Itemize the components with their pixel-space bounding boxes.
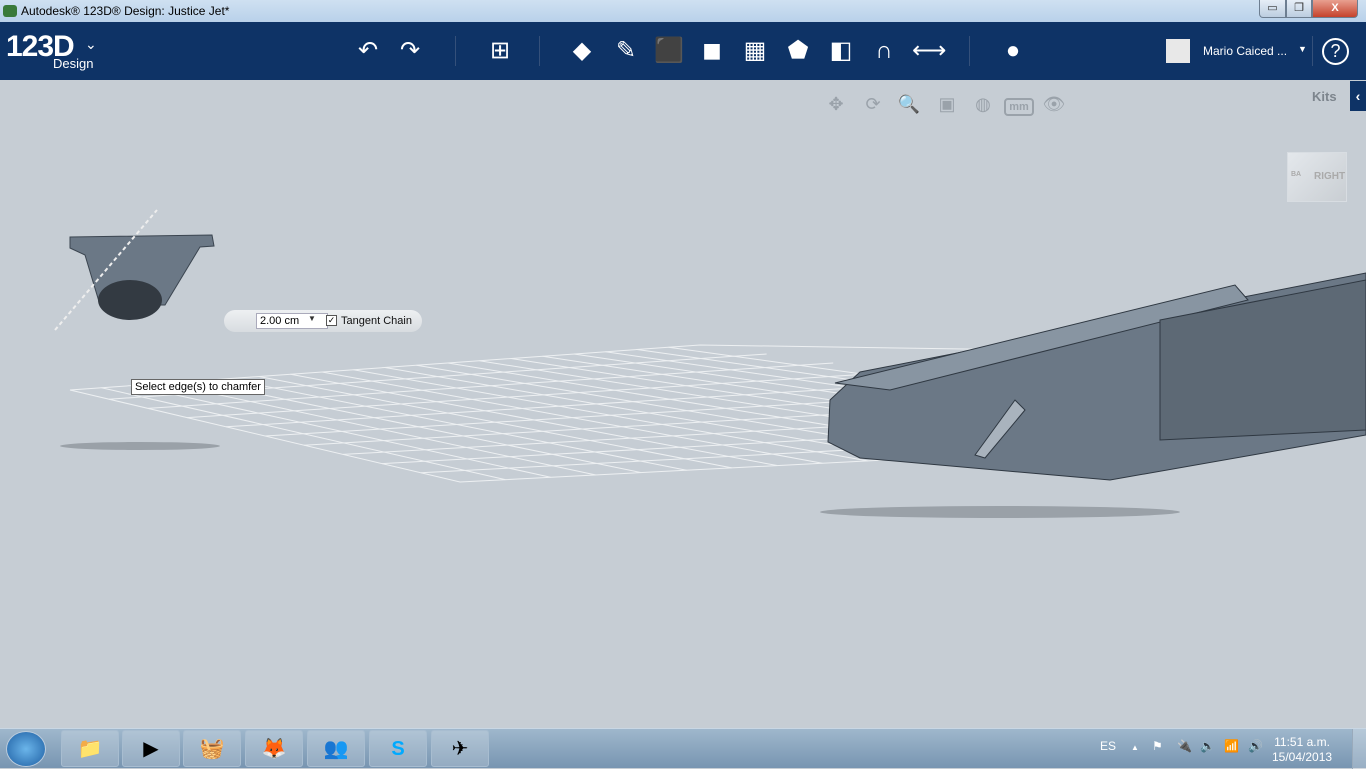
tooltip: Select edge(s) to chamfer bbox=[131, 379, 265, 395]
minimize-button[interactable]: ▭ bbox=[1259, 0, 1286, 18]
divider bbox=[539, 36, 540, 66]
help-button[interactable]: ? bbox=[1322, 38, 1349, 65]
grid-line bbox=[290, 373, 778, 467]
taskbar-explorer[interactable]: 📁 bbox=[61, 730, 119, 767]
3d-viewport[interactable] bbox=[0, 80, 1366, 728]
clock[interactable]: 11:51 a.m. 15/04/2013 bbox=[1272, 735, 1332, 765]
pattern-button[interactable]: ▦ bbox=[740, 36, 770, 66]
volume-icon[interactable]: 🔊 bbox=[1248, 739, 1263, 753]
combine-button[interactable]: ◧ bbox=[826, 36, 856, 66]
grouping-button[interactable]: ⬟ bbox=[783, 36, 813, 66]
fit-icon[interactable]: ▣ bbox=[934, 94, 960, 118]
zoom-icon[interactable]: 🔍 bbox=[896, 94, 922, 118]
view-cube-face[interactable]: RIGHT bbox=[1314, 171, 1345, 182]
primitives-button[interactable]: ◆ bbox=[567, 36, 597, 66]
app-logo-sub: Design bbox=[53, 56, 94, 71]
measure-button[interactable]: ⟷ bbox=[912, 36, 946, 66]
material-button[interactable]: ● bbox=[998, 36, 1028, 66]
taskbar: 📁 ▶ 🧺 🦊 👥 S ✈ ES ▲ ⚑ 🔌 🔈 📶 🔊 11:51 a.m. … bbox=[0, 728, 1366, 769]
time: 11:51 a.m. bbox=[1274, 735, 1330, 749]
modify-button[interactable]: ◼ bbox=[697, 36, 727, 66]
show-desktop-button[interactable] bbox=[1352, 729, 1366, 769]
view-mode-icon[interactable]: ◍ bbox=[970, 94, 996, 118]
shadow bbox=[60, 442, 220, 450]
main-toolbar: 123D Design ⌄ ↶ ↷ ⊞ ◆ ✎ ⬛ ◼ ▦ ⬟ ◧ ∩ ⟷ ● … bbox=[0, 22, 1366, 80]
maximize-button[interactable]: ❐ bbox=[1286, 0, 1312, 18]
redo-button[interactable]: ↷ bbox=[395, 36, 425, 66]
kits-label[interactable]: Kits bbox=[1312, 89, 1337, 104]
grid-line bbox=[353, 369, 868, 462]
divider bbox=[1312, 36, 1313, 66]
chamfer-dropdown-icon[interactable]: ▼ bbox=[308, 314, 316, 323]
power-icon[interactable]: 🔌 bbox=[1177, 739, 1192, 753]
grid-line bbox=[258, 376, 732, 469]
caster-model bbox=[54, 209, 215, 331]
avatar[interactable] bbox=[1166, 39, 1190, 63]
orbit-icon[interactable]: ⟳ bbox=[860, 94, 886, 118]
grid-line bbox=[132, 385, 551, 478]
taskbar-firefox[interactable]: 🦊 bbox=[245, 730, 303, 767]
speaker-muted-icon[interactable]: 🔈 bbox=[1200, 739, 1215, 753]
taskbar-app[interactable]: 🧺 bbox=[183, 730, 241, 767]
start-button[interactable] bbox=[6, 731, 46, 767]
chamfer-distance-input[interactable] bbox=[256, 313, 328, 329]
user-name[interactable]: Mario Caiced ... bbox=[1203, 44, 1287, 58]
units-button[interactable]: mm bbox=[1004, 98, 1034, 116]
user-dropdown-icon[interactable]: ▼ bbox=[1298, 44, 1307, 54]
language-indicator[interactable]: ES bbox=[1100, 739, 1116, 753]
view-cube-back[interactable]: BA bbox=[1291, 171, 1301, 178]
kits-panel-toggle[interactable]: ‹ bbox=[1350, 81, 1366, 111]
action-center-icon[interactable]: ⚑ bbox=[1152, 739, 1163, 753]
pan-icon[interactable]: ✥ bbox=[823, 94, 849, 118]
taskbar-media-player[interactable]: ▶ bbox=[122, 730, 180, 767]
shadow bbox=[820, 506, 1180, 518]
tangent-chain-label: Tangent Chain bbox=[341, 315, 412, 327]
window-title: Autodesk® 123D® Design: Justice Jet* bbox=[21, 4, 230, 18]
grid-line bbox=[321, 371, 823, 464]
chamfer-panel: ▼ ✓ Tangent Chain bbox=[224, 310, 422, 332]
close-button[interactable]: X bbox=[1312, 0, 1358, 18]
date: 15/04/2013 bbox=[1272, 750, 1333, 764]
divider bbox=[969, 36, 970, 66]
taskbar-123d[interactable]: ✈ bbox=[431, 730, 489, 767]
tray-expand-icon[interactable]: ▲ bbox=[1131, 743, 1139, 752]
undo-button[interactable]: ↶ bbox=[353, 36, 383, 66]
construct-button[interactable]: ⬛ bbox=[654, 36, 684, 66]
visibility-icon[interactable]: 👁 bbox=[1041, 94, 1067, 118]
view-cube[interactable]: RIGHT BA bbox=[1287, 152, 1347, 202]
divider bbox=[455, 36, 456, 66]
network-icon[interactable]: 📶 bbox=[1224, 739, 1239, 753]
sketch-button[interactable]: ✎ bbox=[611, 36, 641, 66]
snap-button[interactable]: ∩ bbox=[869, 36, 899, 66]
tangent-chain-checkbox[interactable]: ✓ bbox=[326, 315, 337, 326]
transform-button[interactable]: ⊞ bbox=[485, 36, 515, 66]
app-icon bbox=[3, 5, 17, 17]
app-menu-chevron-icon[interactable]: ⌄ bbox=[85, 36, 97, 53]
jet-model bbox=[827, 272, 1366, 481]
taskbar-skype[interactable]: S bbox=[369, 730, 427, 767]
taskbar-messenger[interactable]: 👥 bbox=[307, 730, 365, 767]
title-bar: Autodesk® 123D® Design: Justice Jet* ▭ ❐… bbox=[0, 0, 1366, 22]
